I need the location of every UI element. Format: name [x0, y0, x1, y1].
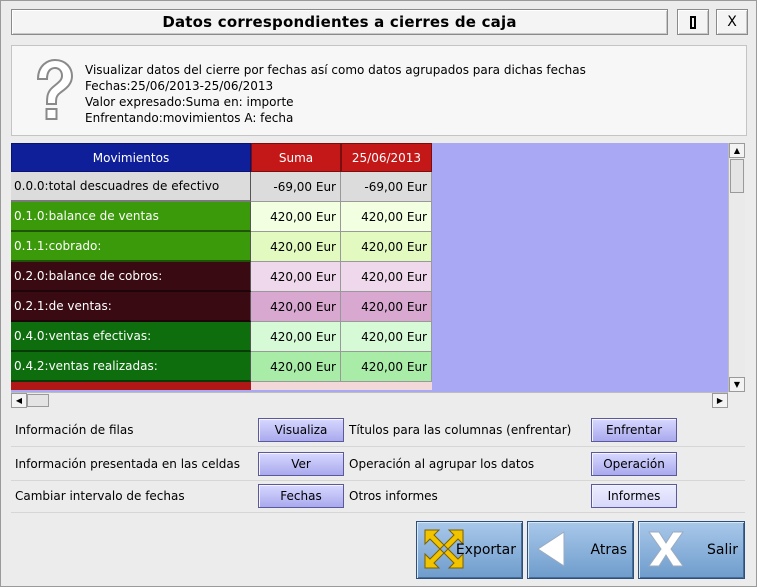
row-label-cell: 0.2.0:balance de cobros: — [11, 262, 251, 292]
option-row: Información presentada en las celdas Ver… — [11, 448, 745, 481]
option-label: Cambiar intervalo de fechas — [15, 489, 185, 503]
scroll-right-arrow-icon[interactable]: ▶ — [712, 393, 728, 408]
ver-button[interactable]: Ver — [258, 452, 344, 476]
suma-cell: 420,00 Eur — [251, 322, 341, 352]
scroll-left-arrow-icon[interactable]: ◀ — [11, 393, 27, 408]
table-row-partial — [11, 382, 432, 390]
table-row[interactable]: 0.1.0:balance de ventas 420,00 Eur 420,00 … — [11, 202, 432, 232]
suma-cell: 420,00 Eur — [251, 262, 341, 292]
option-label: Otros informes — [349, 489, 438, 503]
horizontal-scrollbar[interactable]: ◀ ▶ — [11, 392, 728, 408]
suma-cell: 420,00 Eur — [251, 232, 341, 262]
exit-label: Salir — [706, 542, 738, 558]
table-row[interactable]: 0.4.0:ventas efectivas: 420,00 Eur 420,00 … — [11, 322, 432, 352]
option-row: Información de filas Visualiza Títulos p… — [11, 414, 745, 447]
data-grid[interactable]: Movimientos Suma 25/06/2013 0.0.0:total … — [11, 143, 745, 408]
informes-button[interactable]: Informes — [591, 484, 677, 508]
arrow-left-icon — [537, 531, 565, 567]
suma-cell: 420,00 Eur — [251, 352, 341, 382]
operacion-button[interactable]: Operación — [591, 452, 677, 476]
option-row: Cambiar intervalo de fechas Fechas Otros… — [11, 480, 745, 513]
fecha-cell: 420,00 Eur — [341, 322, 432, 352]
enfrentar-button[interactable]: Enfrentar — [591, 418, 677, 442]
scroll-down-arrow-icon[interactable]: ▼ — [729, 377, 745, 392]
info-value: Valor expresado:Suma en: importe — [85, 95, 294, 109]
exit-button[interactable]: Salir — [638, 521, 745, 579]
info-text: Visualizar datos del cierre por fechas a… — [85, 62, 586, 126]
column-header-fecha[interactable]: 25/06/2013 — [341, 143, 432, 172]
export-button[interactable]: Exportar — [416, 521, 523, 579]
row-label-cell: 0.0.0:total descuadres de efectivo — [11, 172, 251, 202]
partial-value-cell — [251, 382, 432, 390]
option-label: Operación al agrupar los datos — [349, 457, 535, 471]
maximize-icon — [690, 15, 696, 29]
export-label: Exportar — [455, 542, 516, 558]
fecha-cell: 420,00 Eur — [341, 352, 432, 382]
row-label-cell: 0.4.2:ventas realizadas: — [11, 352, 251, 382]
question-icon — [36, 58, 74, 120]
fecha-cell: 420,00 Eur — [341, 232, 432, 262]
info-dates: Fechas:25/06/2013-25/06/2013 — [85, 79, 274, 93]
info-panel: Visualizar datos del cierre por fechas a… — [11, 45, 747, 136]
table-row[interactable]: 0.0.0:total descuadres de efectivo -69,00… — [11, 172, 432, 202]
option-label: Títulos para las columnas (enfrentar) — [349, 423, 572, 437]
row-label-cell: 0.1.0:balance de ventas — [11, 202, 251, 232]
fecha-cell: 420,00 Eur — [341, 202, 432, 232]
visualiza-button[interactable]: Visualiza — [258, 418, 344, 442]
option-label: Información de filas — [15, 423, 134, 437]
column-header-movimientos[interactable]: Movimientos — [11, 143, 251, 172]
vertical-scroll-thumb[interactable] — [730, 159, 744, 193]
dialog-window: Datos correspondientes a cierres de caja… — [0, 0, 757, 587]
back-button[interactable]: Atras — [527, 521, 634, 579]
fecha-cell: 420,00 Eur — [341, 262, 432, 292]
table-row[interactable]: 0.2.1:de ventas: 420,00 Eur 420,00 Eur — [11, 292, 432, 322]
table-row[interactable]: 0.2.0:balance de cobros: 420,00 Eur 420,00… — [11, 262, 432, 292]
suma-cell: 420,00 Eur — [251, 202, 341, 232]
maximize-button[interactable] — [677, 9, 709, 35]
scroll-up-arrow-icon[interactable]: ▲ — [729, 143, 745, 158]
partial-label-cell — [11, 382, 251, 390]
back-label: Atras — [590, 542, 627, 558]
fecha-cell: -69,00 Eur — [341, 172, 432, 202]
option-label: Información presentada en las celdas — [15, 457, 241, 471]
table-header: Movimientos Suma 25/06/2013 — [11, 143, 432, 172]
table-row[interactable]: 0.1.1:cobrado: 420,00 Eur 420,00 Eur — [11, 232, 432, 262]
horizontal-scroll-thumb[interactable] — [27, 394, 49, 407]
fecha-cell: 420,00 Eur — [341, 292, 432, 322]
options-panel: Información de filas Visualiza Títulos p… — [11, 414, 745, 513]
x-icon — [648, 531, 684, 567]
column-header-suma[interactable]: Suma — [251, 143, 341, 172]
scrollbar-corner — [728, 392, 745, 408]
info-facing: Enfrentando:movimientos A: fecha — [85, 111, 294, 125]
suma-cell: 420,00 Eur — [251, 292, 341, 322]
vertical-scrollbar[interactable]: ▲ ▼ — [728, 143, 745, 392]
close-button[interactable]: X — [716, 9, 748, 35]
data-table: Movimientos Suma 25/06/2013 0.0.0:total … — [11, 143, 432, 392]
table-row[interactable]: 0.4.2:ventas realizadas: 420,00 Eur 420,00… — [11, 352, 432, 382]
row-label-cell: 0.1.1:cobrado: — [11, 232, 251, 262]
row-label-cell: 0.4.0:ventas efectivas: — [11, 322, 251, 352]
window-title: Datos correspondientes a cierres de caja — [11, 9, 668, 35]
fechas-button[interactable]: Fechas — [258, 484, 344, 508]
suma-cell: -69,00 Eur — [251, 172, 341, 202]
info-description: Visualizar datos del cierre por fechas a… — [85, 63, 586, 77]
row-label-cell: 0.2.1:de ventas: — [11, 292, 251, 322]
